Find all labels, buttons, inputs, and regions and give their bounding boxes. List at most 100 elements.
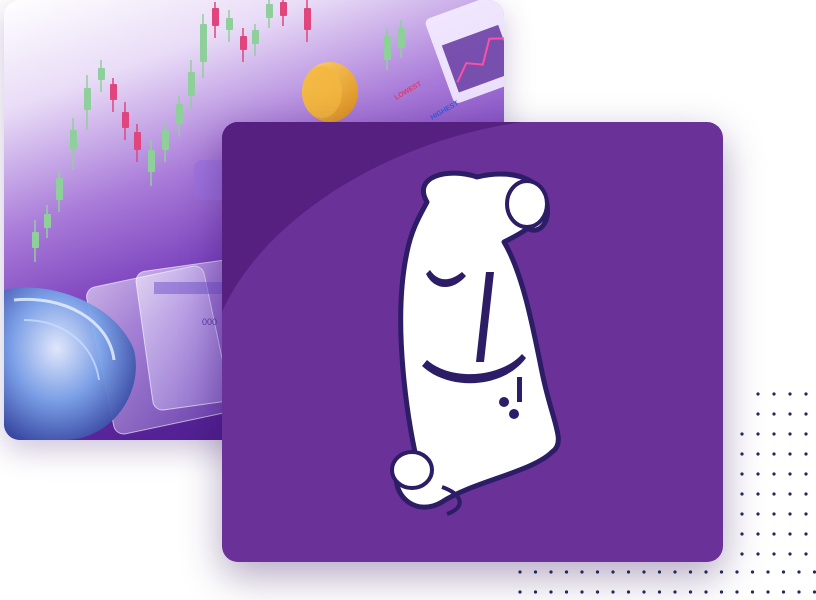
dot <box>518 590 522 594</box>
candle-body <box>56 178 63 200</box>
dot-grid-bottom <box>518 570 816 594</box>
dot <box>756 532 760 536</box>
dot <box>642 590 646 594</box>
dot <box>788 432 792 436</box>
dot <box>804 412 808 416</box>
candle-body <box>304 8 311 30</box>
dot <box>804 432 808 436</box>
scroll-logo-icon <box>222 122 561 516</box>
dot <box>766 570 770 574</box>
dot <box>788 532 792 536</box>
dot <box>756 392 760 396</box>
dot <box>804 552 808 556</box>
dot <box>735 570 739 574</box>
dot <box>804 472 808 476</box>
dot <box>719 590 724 594</box>
dot <box>772 552 776 556</box>
candle-body <box>70 130 77 150</box>
dot <box>740 512 744 516</box>
dot <box>740 492 744 496</box>
chart-screen <box>425 0 504 103</box>
candle-body <box>84 88 91 110</box>
dot <box>611 590 615 594</box>
dot <box>673 590 677 594</box>
dot <box>772 532 776 536</box>
candle-body <box>162 130 169 150</box>
dot <box>549 570 553 574</box>
dot <box>657 590 662 594</box>
candle-body <box>110 84 117 100</box>
dot <box>788 452 792 456</box>
candle-body <box>226 18 233 30</box>
dot-grid-right <box>740 392 808 556</box>
highest-label: HIGHEST <box>430 100 461 122</box>
dot <box>756 412 760 416</box>
candle-body <box>32 232 39 248</box>
dot <box>788 392 792 396</box>
dot <box>626 570 631 574</box>
dot <box>719 570 724 574</box>
dot <box>788 492 792 496</box>
dot <box>657 570 662 574</box>
dot <box>533 570 538 574</box>
candle-body <box>252 30 259 44</box>
candle-body <box>44 214 51 228</box>
dot <box>756 552 760 556</box>
candle-body <box>384 36 391 60</box>
dot <box>772 452 776 456</box>
dot <box>772 512 776 516</box>
scroll-shape <box>390 170 561 516</box>
dot <box>756 492 760 496</box>
dot <box>642 570 646 574</box>
dot <box>750 590 755 594</box>
candle-body <box>240 36 247 50</box>
dot <box>804 452 808 456</box>
dot <box>756 472 760 476</box>
dot <box>756 512 760 516</box>
dot <box>804 492 808 496</box>
dot <box>772 412 776 416</box>
dot <box>740 552 744 556</box>
logo-card <box>222 122 723 562</box>
card-number-fragment: 000 <box>202 317 217 327</box>
candle-body <box>200 24 207 62</box>
dot <box>766 590 770 594</box>
candle-body <box>188 72 195 96</box>
dot <box>772 472 776 476</box>
dot <box>788 412 792 416</box>
dot <box>740 432 744 436</box>
dot <box>564 570 569 574</box>
lowest-label: LOWEST <box>394 80 424 101</box>
dot <box>788 512 792 516</box>
dot <box>688 570 693 574</box>
dot <box>704 570 708 574</box>
dot <box>735 590 739 594</box>
dot <box>788 472 792 476</box>
candle-body <box>280 2 287 16</box>
dot <box>740 452 744 456</box>
candle-body <box>212 8 219 26</box>
dot <box>772 492 776 496</box>
dot <box>788 552 792 556</box>
dot <box>626 590 631 594</box>
candle-body <box>134 132 141 150</box>
candle-body <box>148 150 155 172</box>
dot <box>781 570 786 574</box>
dot <box>797 570 801 574</box>
candle-body <box>176 104 183 124</box>
dot <box>750 570 755 574</box>
dot <box>673 570 677 574</box>
dot <box>772 432 776 436</box>
dot <box>595 590 600 594</box>
dot <box>804 392 808 396</box>
dot <box>518 570 522 574</box>
candle-body <box>98 68 105 80</box>
dot <box>580 590 584 594</box>
dot <box>804 512 808 516</box>
candle-body <box>398 28 405 48</box>
dot <box>756 432 760 436</box>
dot <box>797 590 801 594</box>
dot <box>756 452 760 456</box>
candle-body <box>122 112 129 128</box>
dot <box>580 570 584 574</box>
